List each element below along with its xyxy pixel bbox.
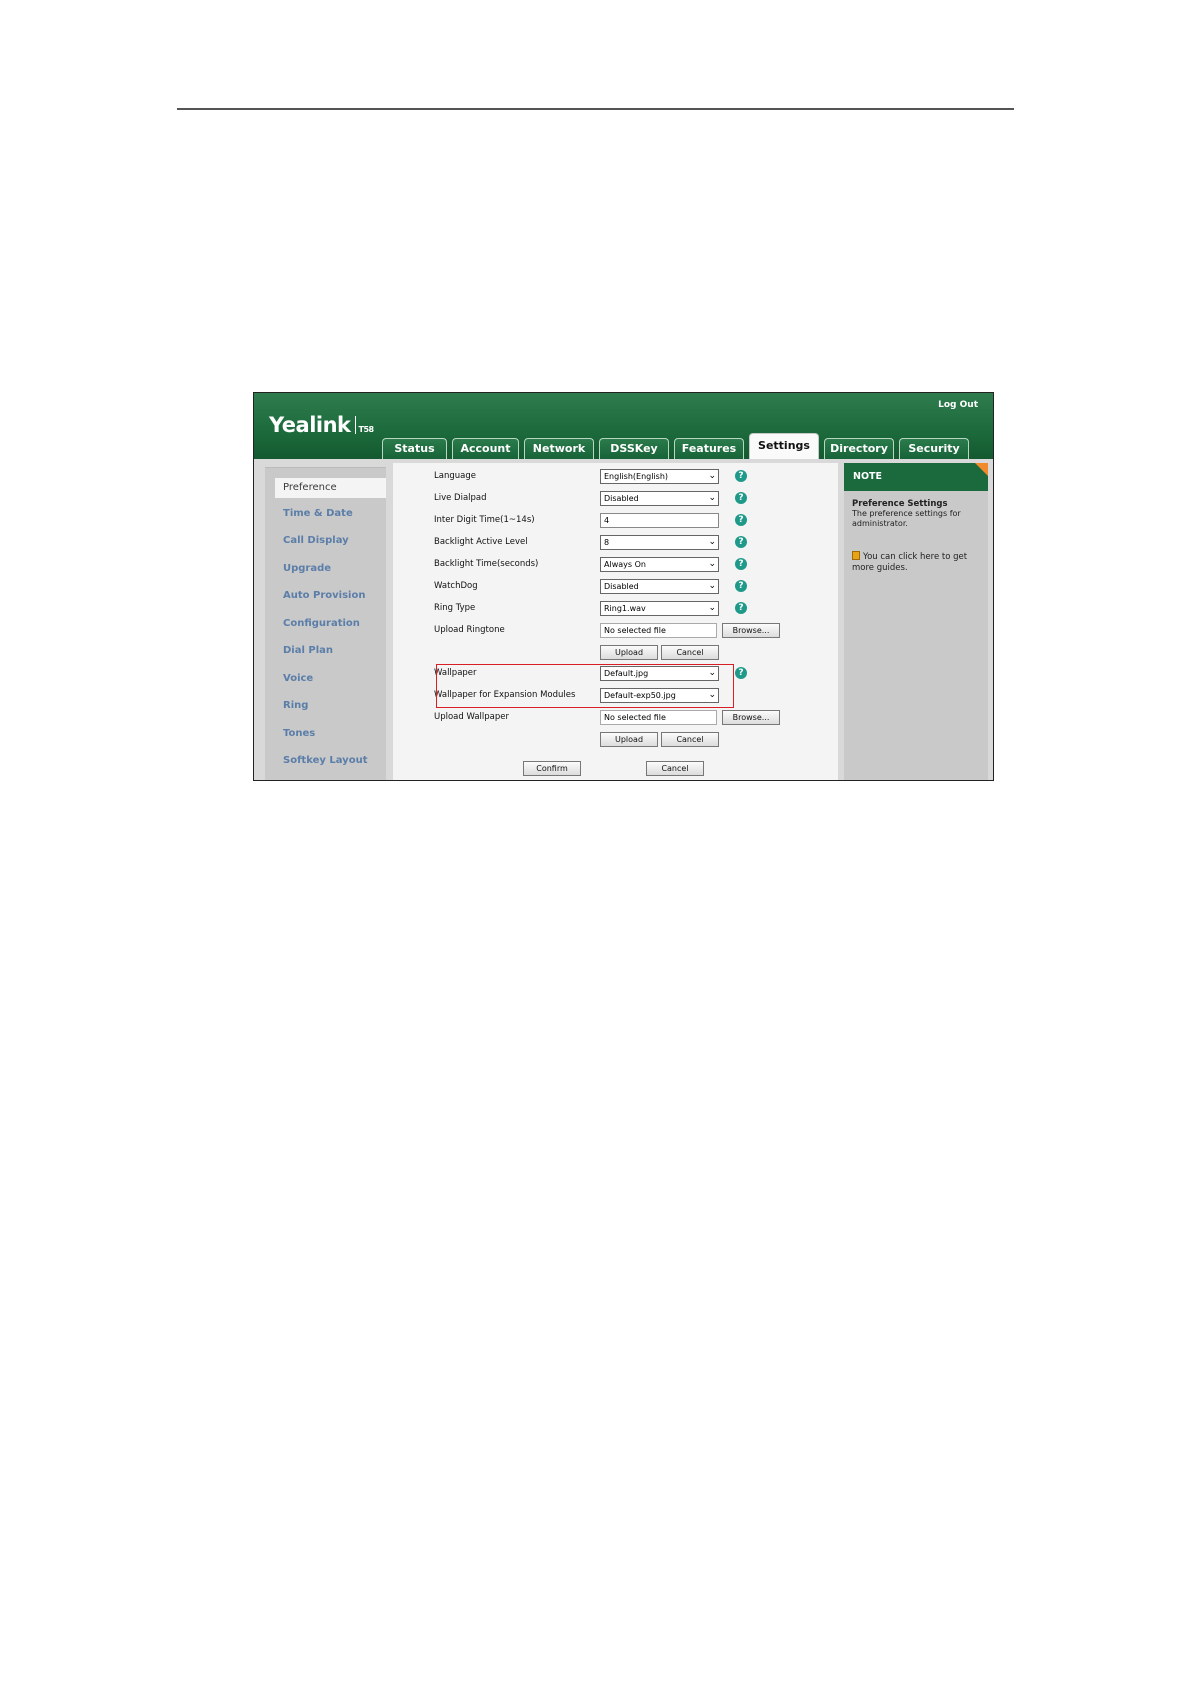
sidebar-item-tones[interactable]: Tones: [283, 728, 315, 739]
help-icon[interactable]: ?: [735, 492, 747, 504]
backlight-time-select[interactable]: Always On ⌄: [600, 557, 719, 572]
help-icon[interactable]: ?: [735, 667, 747, 679]
ring-type-select[interactable]: Ring1.wav ⌄: [600, 601, 719, 616]
language-select[interactable]: English(English) ⌄: [600, 469, 719, 484]
ringtone-file-field[interactable]: No selected file: [600, 623, 717, 638]
note-guide-link[interactable]: You can click here to get more guides.: [852, 551, 980, 574]
help-icon[interactable]: ?: [735, 602, 747, 614]
wallpaper-exp-select[interactable]: Default-exp50.jpg ⌄: [600, 688, 719, 703]
watchdog-label: WatchDog: [434, 581, 478, 591]
tab-settings[interactable]: Settings: [749, 433, 819, 459]
cancel-button[interactable]: Cancel: [646, 761, 704, 776]
yealink-logo: Yealink T58: [269, 413, 374, 437]
upload-ringtone-label: Upload Ringtone: [434, 625, 505, 635]
confirm-button[interactable]: Confirm: [523, 761, 581, 776]
inter-digit-input[interactable]: 4: [600, 513, 719, 528]
sidebar-item-preference[interactable]: Preference: [275, 478, 386, 498]
logout-link[interactable]: Log Out: [938, 400, 978, 410]
wallpaper-exp-label: Wallpaper for Expansion Modules: [434, 690, 576, 700]
chevron-down-icon: ⌄: [708, 603, 716, 613]
tab-dsskey[interactable]: DSSKey: [599, 438, 669, 459]
note-header: NOTE: [844, 463, 988, 491]
inter-digit-label: Inter Digit Time(1~14s): [434, 515, 535, 525]
sidebar-item-ring[interactable]: Ring: [283, 700, 308, 711]
help-icon[interactable]: ?: [735, 580, 747, 592]
chevron-down-icon: ⌄: [708, 581, 716, 591]
wallpaper-upload-button[interactable]: Upload: [600, 732, 658, 747]
chevron-down-icon: ⌄: [708, 493, 716, 503]
note-panel: NOTE Preference Settings The preference …: [844, 463, 988, 780]
ringtone-cancel-button[interactable]: Cancel: [661, 645, 719, 660]
chevron-down-icon: ⌄: [708, 471, 716, 481]
book-icon: [852, 551, 860, 560]
watchdog-value: Disabled: [604, 582, 639, 591]
live-dialpad-select[interactable]: Disabled ⌄: [600, 491, 719, 506]
help-icon[interactable]: ?: [735, 514, 747, 526]
note-title: Preference Settings: [852, 499, 948, 509]
chevron-down-icon: ⌄: [708, 559, 716, 569]
sidebar-item-voice[interactable]: Voice: [283, 673, 313, 684]
sidebar-item-configuration[interactable]: Configuration: [283, 618, 360, 629]
note-corner-flag: [975, 463, 988, 476]
yealink-web-ui-screenshot: Yealink T58 Log Out Status Account Networ…: [253, 392, 994, 781]
preference-form: Language English(English) ⌄ ? Live Dialpa…: [393, 463, 838, 780]
backlight-level-value: 8: [604, 538, 610, 547]
logo-text: Yealink: [269, 413, 351, 437]
language-label: Language: [434, 471, 476, 481]
backlight-time-value: Always On: [604, 560, 646, 569]
tab-features[interactable]: Features: [674, 438, 744, 459]
note-text: The preference settings for administrato…: [852, 509, 961, 528]
tab-security[interactable]: Security: [899, 438, 969, 459]
backlight-level-select[interactable]: 8 ⌄: [600, 535, 719, 550]
chevron-down-icon: ⌄: [708, 690, 716, 700]
tab-network[interactable]: Network: [524, 438, 594, 459]
ring-type-label: Ring Type: [434, 603, 476, 613]
upload-wallpaper-label: Upload Wallpaper: [434, 712, 510, 722]
wallpaper-browse-button[interactable]: Browse...: [722, 710, 780, 725]
help-icon[interactable]: ?: [735, 470, 747, 482]
help-icon[interactable]: ?: [735, 558, 747, 570]
wallpaper-label: Wallpaper: [434, 668, 477, 678]
help-icon[interactable]: ?: [735, 536, 747, 548]
wallpaper-file-field[interactable]: No selected file: [600, 710, 717, 725]
backlight-level-label: Backlight Active Level: [434, 537, 528, 547]
language-value: English(English): [604, 472, 669, 481]
sidebar-item-time-date[interactable]: Time & Date: [283, 508, 353, 519]
sidebar-item-auto-provision[interactable]: Auto Provision: [283, 590, 365, 601]
tab-directory[interactable]: Directory: [824, 438, 894, 459]
sidebar-item-dial-plan[interactable]: Dial Plan: [283, 645, 333, 656]
wallpaper-select[interactable]: Default.jpg ⌄: [600, 666, 719, 681]
ringtone-upload-button[interactable]: Upload: [600, 645, 658, 660]
ring-type-value: Ring1.wav: [604, 604, 646, 613]
top-header: Yealink T58 Log Out Status Account Networ…: [254, 393, 993, 459]
ringtone-browse-button[interactable]: Browse...: [722, 623, 780, 638]
sidebar-item-call-display[interactable]: Call Display: [283, 535, 349, 546]
logo-model: T58: [358, 425, 375, 434]
live-dialpad-label: Live Dialpad: [434, 493, 487, 503]
wallpaper-value: Default.jpg: [604, 669, 649, 678]
tab-status[interactable]: Status: [382, 438, 447, 459]
logo-divider: [354, 416, 356, 434]
sidebar-item-softkey-layout[interactable]: Softkey Layout: [283, 755, 367, 766]
settings-sidebar: Preference Time & Date Call Display Upgr…: [265, 467, 386, 780]
chevron-down-icon: ⌄: [708, 668, 716, 678]
page-header-rule: [177, 108, 1014, 110]
note-link-text: You can click here to get more guides.: [852, 552, 968, 573]
backlight-time-label: Backlight Time(seconds): [434, 559, 539, 569]
live-dialpad-value: Disabled: [604, 494, 639, 503]
sidebar-item-upgrade[interactable]: Upgrade: [283, 563, 331, 574]
wallpaper-exp-value: Default-exp50.jpg: [604, 691, 676, 700]
chevron-down-icon: ⌄: [708, 537, 716, 547]
tab-account[interactable]: Account: [452, 438, 519, 459]
wallpaper-cancel-button[interactable]: Cancel: [661, 732, 719, 747]
watchdog-select[interactable]: Disabled ⌄: [600, 579, 719, 594]
